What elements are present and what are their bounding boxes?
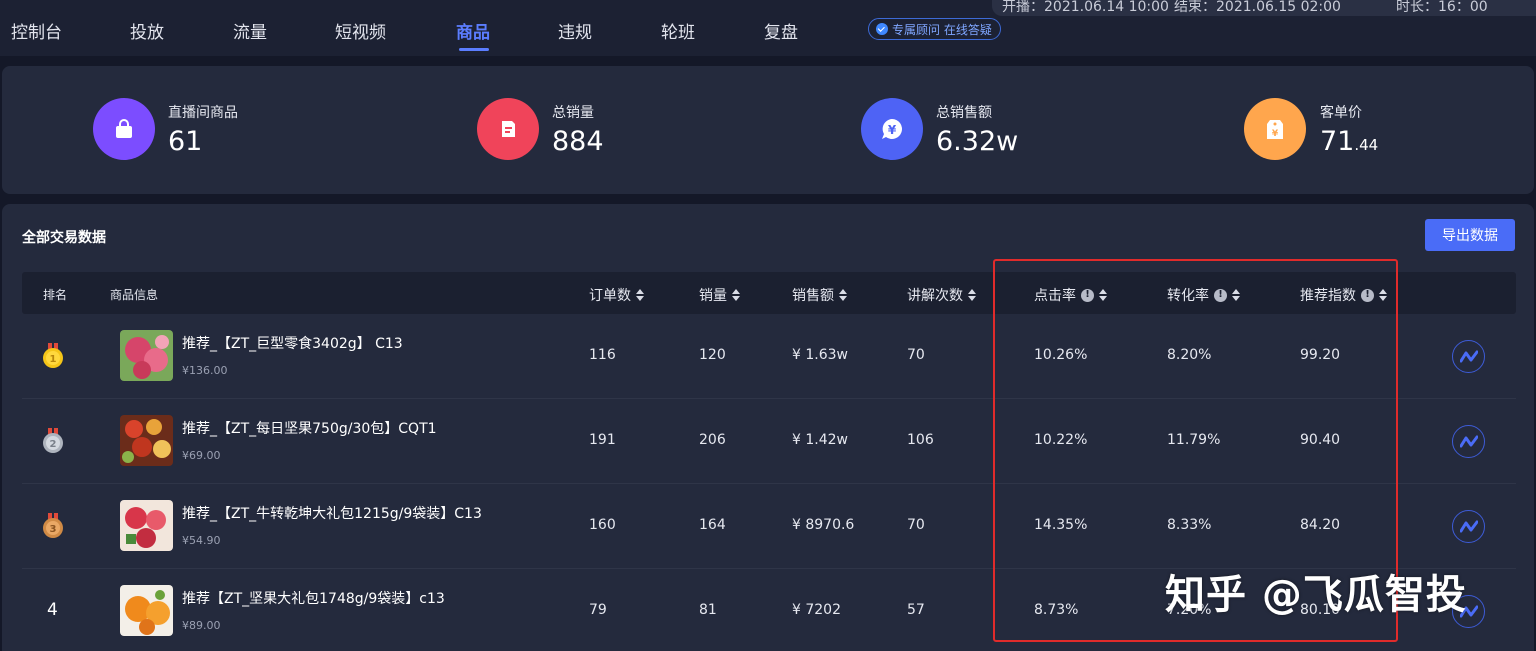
consultant-badge-label: 专属顾问 在线答疑 <box>892 22 992 37</box>
live-session-meta: 开播：2021.06.14 10:00 结束：2021.06.15 02:00 … <box>992 0 1536 16</box>
nav-tab-ads[interactable]: 投放 <box>130 18 164 43</box>
trend-chart-button[interactable] <box>1452 340 1485 373</box>
watermark: 知乎 @飞瓜智投 <box>1165 572 1467 618</box>
trend-icon <box>1459 350 1478 362</box>
col-header-sales-label: 销量 <box>699 288 727 304</box>
stat-label-total-sales: 总销量 <box>552 105 594 121</box>
cell-revenue: ¥ 1.42w <box>792 432 848 448</box>
sort-icon[interactable] <box>636 289 644 301</box>
product-price: ¥54.90 <box>182 534 221 547</box>
medal-rank: 1 <box>50 354 57 365</box>
stat-label-avg-order-value: 客单价 <box>1320 105 1362 121</box>
stat-value-total-sales: 884 <box>552 126 604 157</box>
product-thumbnail[interactable] <box>120 330 173 381</box>
cell-revenue: ¥ 1.63w <box>792 347 848 363</box>
cell-revenue: ¥ 8970.6 <box>792 517 855 533</box>
price-tag-icon: ¥ <box>1244 98 1306 160</box>
sort-icon[interactable] <box>968 289 976 301</box>
col-header-sales[interactable]: 销量 <box>699 285 740 305</box>
stat-value-integer: 71 <box>1320 126 1355 157</box>
cell-orders: 116 <box>589 347 616 363</box>
cell-orders: 160 <box>589 517 616 533</box>
trend-chart-button[interactable] <box>1452 425 1485 458</box>
nav-tab-products[interactable]: 商品 <box>456 18 490 43</box>
yuan-chat-icon: ¥ <box>861 98 923 160</box>
trend-chart-button[interactable] <box>1452 510 1485 543</box>
cell-orders: 191 <box>589 432 616 448</box>
nav-tab-violations[interactable]: 违规 <box>558 18 592 43</box>
rank-number: 4 <box>47 600 58 620</box>
cell-explain-count: 70 <box>907 517 925 533</box>
product-thumbnail[interactable] <box>120 500 173 551</box>
sort-icon[interactable] <box>732 289 740 301</box>
cell-orders: 79 <box>589 602 607 618</box>
col-header-revenue[interactable]: 销售额 <box>792 285 847 305</box>
consultant-badge[interactable]: 专属顾问 在线答疑 <box>868 18 1001 40</box>
stat-value-total-revenue: 6.32w <box>936 126 1019 157</box>
nav-tab-dashboard[interactable]: 控制台 <box>11 18 62 43</box>
cell-sales: 164 <box>699 517 726 533</box>
col-header-orders[interactable]: 订单数 <box>589 285 644 305</box>
product-price: ¥89.00 <box>182 619 221 632</box>
cell-explain-count: 57 <box>907 602 925 618</box>
product-thumbnail[interactable] <box>120 415 173 466</box>
summary-stats-panel: 直播间商品 61 总销量 884 ¥ 总销售额 6.32w ¥ 客单价 71.4… <box>2 66 1534 194</box>
silver-medal-icon: 2 <box>43 428 63 453</box>
product-name[interactable]: 推荐_【ZT_巨型零食3402g】 C13 <box>182 333 403 353</box>
cell-explain-count: 106 <box>907 432 934 448</box>
stat-value-products: 61 <box>168 126 203 157</box>
shopping-bag-icon <box>93 98 155 160</box>
cell-explain-count: 70 <box>907 347 925 363</box>
trend-icon <box>1459 520 1478 532</box>
product-name[interactable]: 推荐【ZT_坚果大礼包1748g/9袋装】c13 <box>182 588 445 608</box>
product-name[interactable]: 推荐_【ZT_每日坚果750g/30包】CQT1 <box>182 418 437 438</box>
trend-icon <box>1459 435 1478 447</box>
col-header-explain-count[interactable]: 讲解次数 <box>907 285 976 305</box>
cell-sales: 81 <box>699 602 717 618</box>
stat-label-products: 直播间商品 <box>168 105 238 121</box>
medal-rank: 3 <box>50 524 57 535</box>
svg-text:¥: ¥ <box>1272 129 1279 139</box>
col-header-product: 商品信息 <box>110 288 159 302</box>
stat-label-total-revenue: 总销售额 <box>936 105 992 121</box>
live-duration: 时长：16：00 <box>1396 0 1488 15</box>
stat-value-decimal: .44 <box>1354 136 1379 154</box>
col-header-rank: 排名 <box>43 288 68 302</box>
product-name[interactable]: 推荐_【ZT_牛转乾坤大礼包1215g/9袋装】C13 <box>182 503 482 523</box>
cell-sales: 120 <box>699 347 726 363</box>
nav-tab-traffic[interactable]: 流量 <box>233 18 267 43</box>
col-header-orders-label: 订单数 <box>589 288 631 304</box>
document-icon <box>477 98 539 160</box>
section-title: 全部交易数据 <box>22 230 106 246</box>
active-tab-indicator <box>459 48 489 51</box>
product-thumbnail[interactable] <box>120 585 173 636</box>
export-data-button[interactable]: 导出数据 <box>1425 219 1515 251</box>
check-icon <box>876 23 888 35</box>
nav-tab-short-video[interactable]: 短视频 <box>335 18 386 43</box>
bronze-medal-icon: 3 <box>43 513 63 538</box>
product-price: ¥136.00 <box>182 364 228 377</box>
col-header-revenue-label: 销售额 <box>792 288 834 304</box>
stat-value-avg-order-value: 71.44 <box>1320 126 1378 157</box>
live-start-time: 开播：2021.06.14 10:00 <box>1002 0 1169 15</box>
gold-medal-icon: 1 <box>43 343 63 368</box>
svg-text:¥: ¥ <box>888 123 897 137</box>
col-header-explain-label: 讲解次数 <box>907 288 963 304</box>
medal-rank: 2 <box>50 439 57 450</box>
cell-revenue: ¥ 7202 <box>792 602 841 618</box>
nav-tab-shifts[interactable]: 轮班 <box>661 18 695 43</box>
nav-tab-review[interactable]: 复盘 <box>764 18 798 43</box>
live-end-time: 结束：2021.06.15 02:00 <box>1174 0 1341 15</box>
product-price: ¥69.00 <box>182 449 221 462</box>
cell-sales: 206 <box>699 432 726 448</box>
sort-icon[interactable] <box>839 289 847 301</box>
